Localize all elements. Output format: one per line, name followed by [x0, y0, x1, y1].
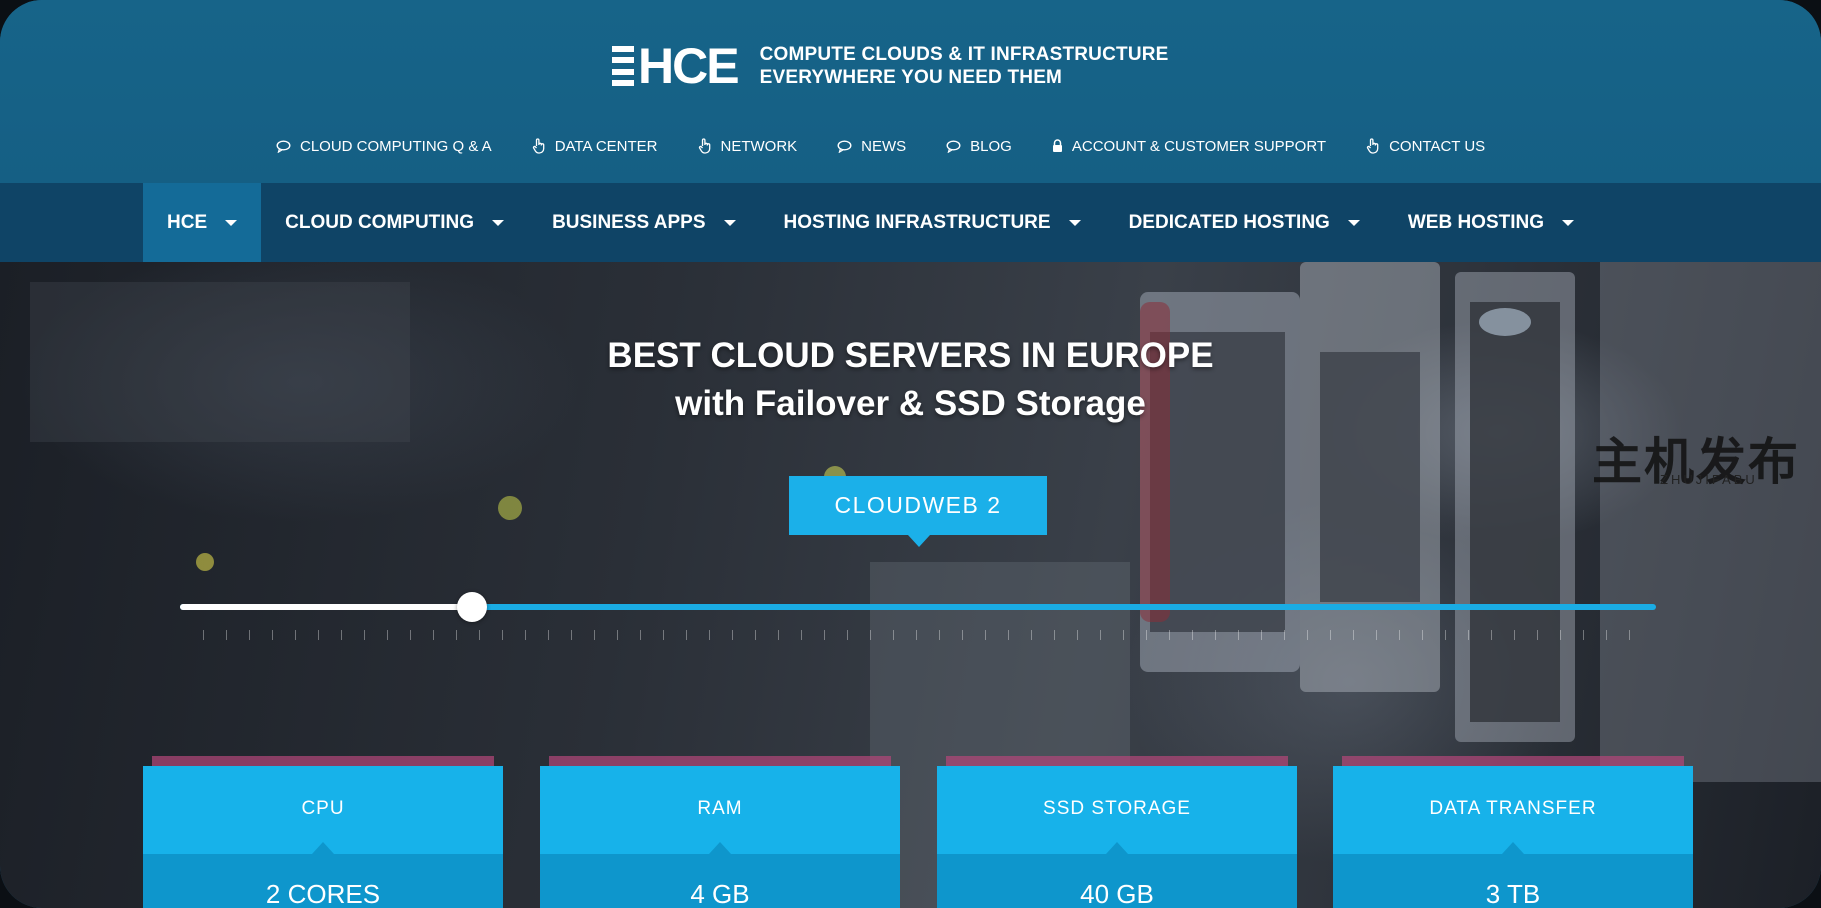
util-link-cloud-computing-qa[interactable]: CLOUD COMPUTING Q & A: [276, 138, 492, 155]
util-link-label: DATA CENTER: [554, 137, 658, 155]
caret-down-icon: [225, 219, 238, 226]
plan-slider-fill: [180, 604, 473, 610]
nav-item-label: HOSTING INFRASTRUCTURE: [783, 211, 1051, 233]
util-link-data-center[interactable]: DATA CENTER: [532, 138, 658, 155]
util-link-network[interactable]: NETWORK: [698, 137, 798, 155]
watermark-sub: ZHUJIFABU: [1660, 472, 1758, 487]
logo-bars-icon: [612, 46, 634, 86]
site-header: HCE COMPUTE CLOUDS & IT INFRASTRUCTURE E…: [0, 0, 1821, 183]
util-link-news[interactable]: NEWS: [837, 138, 906, 155]
util-link-label: NEWS: [861, 137, 907, 155]
plan-slider-track[interactable]: [180, 592, 1656, 622]
util-link-account-support[interactable]: ACCOUNT & CUSTOMER SUPPORT: [1052, 138, 1326, 155]
utility-nav: CLOUD COMPUTING Q & A DATA CENTER NETWOR…: [276, 136, 1485, 156]
hero-title: BEST CLOUD SERVERS IN EUROPE with Failov…: [0, 332, 1821, 428]
nav-item-label: DEDICATED HOSTING: [1128, 211, 1330, 233]
chat-icon: [837, 139, 852, 153]
spec-card-ssd-storage: SSD STORAGE 40 GB: [937, 756, 1297, 908]
nav-item-hce[interactable]: HCE: [143, 183, 262, 262]
nav-item-hosting-infrastructure[interactable]: HOSTING INFRASTRUCTURE: [760, 183, 1105, 262]
spec-value: 4 GB: [690, 879, 750, 908]
caret-down-icon: [723, 219, 736, 226]
plan-name-badge: CLOUDWEB 2: [789, 476, 1047, 547]
spec-label: RAM: [697, 798, 743, 819]
spec-value: 3 TB: [1485, 879, 1541, 908]
slider-ticks: [203, 630, 1638, 640]
tagline-line-1: COMPUTE CLOUDS & IT INFRASTRUCTURE: [759, 44, 1169, 65]
caret-down-icon: [492, 219, 505, 226]
nav-item-label: CLOUD COMPUTING: [285, 211, 475, 233]
util-link-label: ACCOUNT & CUSTOMER SUPPORT: [1071, 137, 1327, 155]
caret-down-icon: [1562, 219, 1575, 226]
spec-label: CPU: [301, 798, 345, 819]
nav-item-business-apps[interactable]: BUSINESS APPS: [528, 183, 759, 262]
spec-value: 2 CORES: [265, 879, 381, 908]
nav-item-dedicated-hosting[interactable]: DEDICATED HOSTING: [1105, 183, 1384, 262]
util-link-contact-us[interactable]: CONTACT US: [1366, 138, 1485, 155]
spec-card-data-transfer: DATA TRANSFER 3 TB: [1333, 756, 1693, 908]
spec-pointer: [312, 842, 334, 854]
util-link-label: CLOUD COMPUTING Q & A: [300, 137, 492, 155]
spec-value: 40 GB: [1080, 879, 1154, 908]
nav-item-label: WEB HOSTING: [1407, 211, 1545, 233]
caret-down-icon: [1347, 219, 1360, 226]
logo-text: HCE: [638, 38, 740, 94]
hero-title-line-2: with Failover & SSD Storage: [675, 384, 1146, 423]
spec-pointer: [1106, 842, 1128, 854]
nav-item-cloud-computing[interactable]: CLOUD COMPUTING: [261, 183, 528, 262]
spec-card-ram: RAM 4 GB: [540, 756, 900, 908]
util-link-blog[interactable]: BLOG: [946, 138, 1012, 155]
lock-icon: [1052, 139, 1062, 152]
util-link-label: NETWORK: [720, 137, 798, 155]
chat-icon: [276, 139, 291, 153]
spec-card-cpu: CPU 2 CORES: [143, 756, 503, 908]
logo[interactable]: HCE COMPUTE CLOUDS & IT INFRASTRUCTURE E…: [612, 38, 1169, 94]
hand-pointer-icon: [532, 138, 545, 154]
nav-item-label: BUSINESS APPS: [552, 211, 706, 233]
util-link-label: BLOG: [970, 137, 1012, 155]
hand-pointer-icon: [698, 138, 710, 154]
tagline: COMPUTE CLOUDS & IT INFRASTRUCTURE EVERY…: [760, 43, 1169, 89]
nav-item-label: HCE: [167, 211, 208, 233]
chat-icon: [946, 139, 961, 153]
util-link-label: CONTACT US: [1389, 137, 1486, 155]
hero-title-line-1: BEST CLOUD SERVERS IN EUROPE: [607, 336, 1214, 375]
tagline-line-2: EVERYWHERE YOU NEED THEM: [759, 67, 1063, 88]
spec-label: DATA TRANSFER: [1429, 798, 1597, 819]
spec-pointer: [709, 842, 731, 854]
spec-label: SSD STORAGE: [1043, 798, 1191, 819]
hand-pointer-icon: [1366, 138, 1379, 154]
spec-pointer: [1502, 842, 1524, 854]
nav-item-web-hosting[interactable]: WEB HOSTING: [1384, 183, 1598, 262]
page: HCE COMPUTE CLOUDS & IT INFRASTRUCTURE E…: [0, 0, 1821, 908]
main-nav: HCE CLOUD COMPUTING BUSINESS APPS HOSTIN…: [0, 183, 1821, 262]
hero-section: BEST CLOUD SERVERS IN EUROPE with Failov…: [0, 262, 1821, 908]
caret-down-icon: [1068, 219, 1081, 226]
